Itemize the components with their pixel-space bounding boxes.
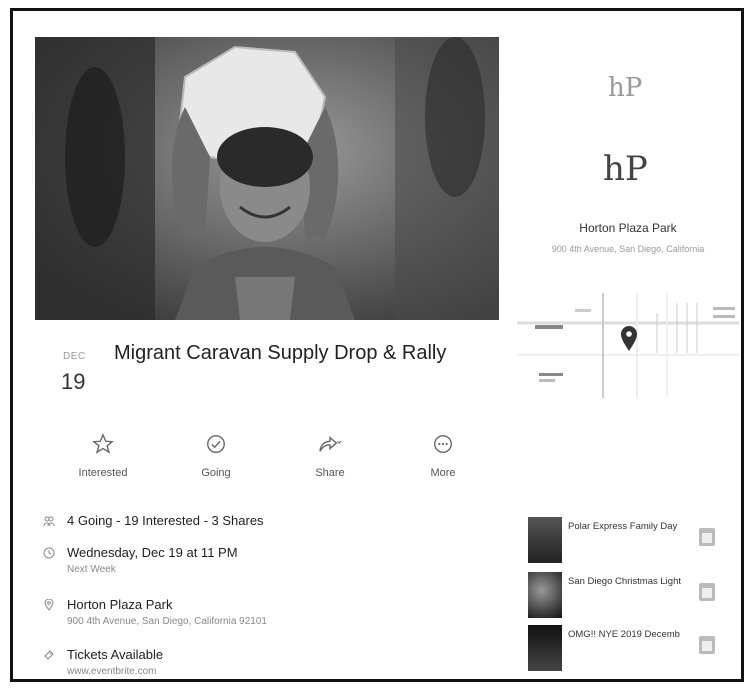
- venue-map[interactable]: [517, 293, 739, 398]
- venue-logo[interactable]: hP: [603, 149, 648, 189]
- event-actions: Interested Going Share More: [63, 431, 463, 481]
- star-icon: [92, 433, 114, 454]
- location-address: 900 4th Avenue, San Diego, California 92…: [67, 616, 267, 627]
- event-month: DEC: [63, 351, 86, 362]
- share-button[interactable]: Share: [295, 431, 365, 479]
- event-day: 19: [61, 369, 86, 394]
- event-title: Migrant Caravan Supply Drop & Rally: [114, 342, 447, 364]
- check-circle-icon: [207, 435, 225, 453]
- event-datetime-relative: Next Week: [67, 564, 116, 575]
- going-label: Going: [201, 467, 231, 479]
- clock-icon: [43, 547, 55, 559]
- right-sidebar: hP hP Horton Plaza Park 900 4th Avenue, …: [513, 11, 741, 679]
- tickets-label: Tickets Available: [67, 647, 164, 662]
- suggested-event-title: Polar Express Family Day: [568, 521, 678, 532]
- suggested-event-thumbnail: [528, 517, 562, 563]
- suggested-event[interactable]: San Diego Christmas Light: [528, 572, 738, 622]
- venue-logo-small: hP: [608, 73, 643, 103]
- location-pin-icon: [44, 599, 54, 611]
- event-datetime: Wednesday, Dec 19 at 11 PM: [67, 545, 238, 560]
- venue-name[interactable]: Horton Plaza Park: [513, 221, 741, 235]
- calendar-icon[interactable]: [698, 633, 716, 655]
- calendar-icon[interactable]: [698, 580, 716, 602]
- interested-label: Interested: [78, 467, 128, 479]
- suggested-event[interactable]: OMG!! NYE 2019 Decemb: [528, 625, 738, 675]
- share-icon: [319, 436, 342, 452]
- attendance-text: 4 Going - 19 Interested - 3 Shares: [67, 513, 264, 528]
- suggested-event-thumbnail: [528, 572, 562, 618]
- more-button[interactable]: More: [408, 431, 478, 479]
- people-icon: [43, 516, 55, 527]
- interested-button[interactable]: Interested: [68, 431, 138, 479]
- share-label: Share: [315, 467, 345, 479]
- going-button[interactable]: Going: [181, 431, 251, 479]
- calendar-icon[interactable]: [698, 525, 716, 547]
- tickets-link[interactable]: www.eventbrite.com: [67, 666, 156, 677]
- suggested-event-thumbnail: [528, 625, 562, 671]
- more-icon: [434, 435, 452, 453]
- event-cover-photo: [35, 37, 499, 320]
- suggested-event-title: OMG!! NYE 2019 Decemb: [568, 629, 680, 640]
- suggested-event-title: San Diego Christmas Light: [568, 576, 681, 587]
- event-page: DEC 19 Migrant Caravan Supply Drop & Ral…: [10, 8, 744, 682]
- ticket-icon: [44, 650, 54, 660]
- venue-address: 900 4th Avenue, San Diego, California: [551, 244, 705, 254]
- more-label: More: [430, 467, 456, 479]
- suggested-event[interactable]: Polar Express Family Day: [528, 517, 738, 567]
- location-name: Horton Plaza Park: [67, 597, 173, 612]
